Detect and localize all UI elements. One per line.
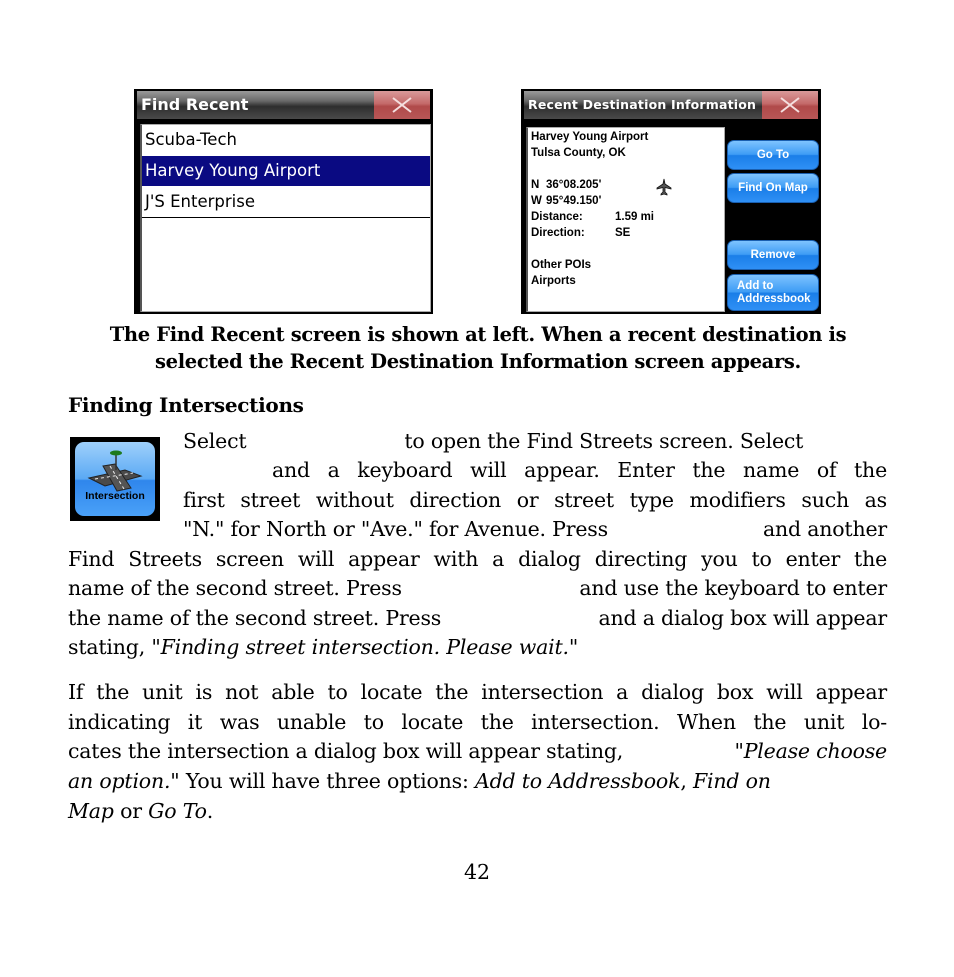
remove-button[interactable]: Remove	[727, 240, 819, 270]
latitude-value: 36°08.205'	[546, 179, 602, 191]
dialog-message-quote: "Finding street intersection. Please wai…	[151, 635, 579, 659]
longitude-direction: W	[531, 195, 542, 207]
text-line: name of the second street. Press and use…	[68, 574, 887, 604]
destination-info-title: Recent Destination Information	[528, 97, 757, 112]
text-fragment: or	[113, 799, 149, 823]
longitude-row: W 95°49.150'	[531, 193, 721, 209]
text-line: Find Streets screen will appear with a d…	[68, 547, 887, 571]
text-fragment: stating,	[68, 635, 152, 659]
close-x-icon	[780, 97, 800, 113]
add-to-addressbook-line1: Add to	[737, 279, 774, 292]
distance-value: 1.59 mi	[615, 211, 654, 223]
recent-list-item[interactable]: J'S Enterprise	[142, 187, 430, 218]
go-to-button[interactable]: Go To	[727, 140, 819, 170]
direction-row: Direction: SE	[531, 225, 721, 241]
close-button[interactable]	[762, 91, 818, 119]
direction-value: SE	[615, 227, 631, 239]
find-recent-title: Find Recent	[141, 95, 249, 114]
longitude-value: 95°49.150'	[546, 195, 602, 207]
text-fragment: ,	[680, 769, 693, 793]
recent-list-item-selected[interactable]: Harvey Young Airport	[142, 156, 430, 187]
recent-list-item[interactable]: Scuba-Tech	[142, 125, 430, 156]
text-fragment: and a dialog box will appear	[598, 606, 887, 630]
intersection-button-image: Intersection	[70, 437, 160, 521]
poi-subcategory: Airports	[531, 275, 576, 287]
add-to-addressbook-button[interactable]: Add to Addressbook	[727, 274, 819, 311]
text-fragment: name of the second street. Press	[68, 576, 402, 600]
text-line: If the unit is not able to locate the in…	[68, 680, 887, 704]
poi-category: Other POIs	[531, 259, 592, 271]
text-fragment: cates the intersection a dialog box will…	[68, 739, 624, 763]
text-fragment: .	[206, 799, 214, 823]
text-line: indicating it was unable to locate the i…	[68, 710, 887, 734]
airplane-icon	[656, 178, 672, 196]
close-x-icon	[392, 97, 412, 113]
latitude-row: N 36°08.205'	[531, 177, 721, 193]
recent-destination-info-screenshot: Recent Destination Information Harvey Yo…	[521, 89, 821, 314]
text-line: the name of the second street. Press and…	[68, 604, 887, 634]
section-heading: Finding Intersections	[68, 393, 304, 417]
intersection-icon	[87, 450, 143, 492]
distance-label: Distance:	[531, 211, 583, 223]
text-fragment: and another	[762, 517, 887, 541]
text-line: stating, "Finding street intersection. P…	[68, 633, 578, 663]
caption-line-2: selected the Recent Destination Informat…	[155, 350, 801, 373]
close-button[interactable]	[374, 91, 430, 119]
text-fragment: "N." for North or "Ave." for Avenue. Pre…	[183, 517, 608, 541]
add-to-addressbook-line2: Addressbook	[737, 292, 811, 305]
text-line: an option." You will have three options:…	[68, 767, 887, 797]
page-number: 42	[463, 860, 491, 884]
dialog-message-quote: an option."	[68, 769, 180, 793]
option-add-to-addressbook: Add to Addressbook	[474, 769, 681, 793]
find-recent-screenshot: Find Recent Scuba-Tech Harvey Young Airp…	[134, 89, 433, 314]
text-fragment: the name of the second street. Press	[68, 606, 442, 630]
text-fragment: to open the Find Streets screen. Select	[404, 429, 804, 453]
distance-row: Distance: 1.59 mi	[531, 209, 721, 225]
text-fragment: and use the keyboard to enter	[579, 576, 887, 600]
direction-label: Direction:	[531, 227, 585, 239]
text-line: Map or Go To.	[68, 797, 213, 827]
find-on-map-button[interactable]: Find On Map	[727, 173, 819, 203]
option-find-on-map: Map	[68, 799, 114, 823]
destination-details: Harvey Young Airport Tulsa County, OK N …	[526, 127, 725, 312]
destination-info-titlebar: Recent Destination Information	[524, 91, 818, 119]
text-line: first street without direction or street…	[183, 488, 887, 512]
text-line: and a keyboard will appear. Enter the na…	[272, 458, 887, 482]
option-find-on-map: Find on	[692, 769, 771, 793]
latitude-direction: N	[531, 179, 540, 191]
dialog-message-quote: "Please choose	[734, 739, 887, 763]
caption-line-1: The Find Recent screen is shown at left.…	[109, 323, 847, 346]
text-line: Select to open the Find Streets screen. S…	[183, 427, 887, 457]
intersection-icon-label: Intersection	[85, 490, 145, 502]
text-line: cates the intersection a dialog box will…	[68, 737, 887, 767]
text-line: "N." for North or "Ave." for Avenue. Pre…	[183, 515, 887, 545]
destination-name: Harvey Young Airport	[531, 131, 649, 143]
destination-location: Tulsa County, OK	[531, 147, 626, 159]
option-go-to: Go To	[148, 799, 207, 823]
find-recent-titlebar: Find Recent	[137, 91, 430, 119]
text-fragment: Select	[183, 429, 247, 453]
text-fragment: You will have three options:	[179, 769, 475, 793]
figure-caption: The Find Recent screen is shown at left.…	[68, 321, 888, 375]
recent-list: Scuba-Tech Harvey Young Airport J'S Ente…	[140, 124, 431, 312]
